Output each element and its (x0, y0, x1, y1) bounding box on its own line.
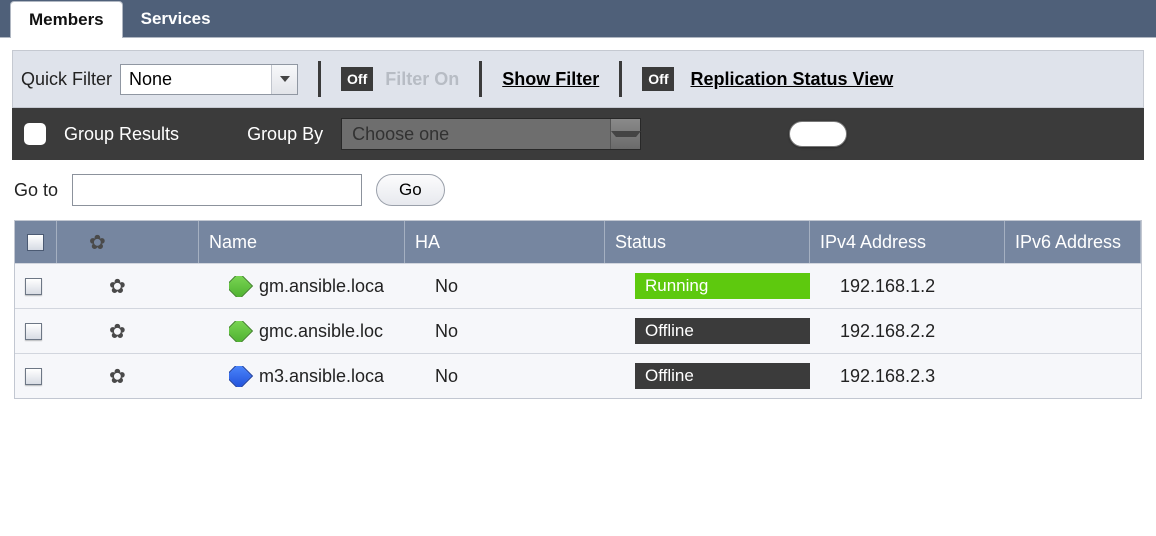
chevron-down-icon (611, 131, 641, 137)
quick-filter-input[interactable] (121, 66, 271, 93)
column-name[interactable]: Name (199, 221, 405, 263)
column-ipv6[interactable]: IPv6 Address (1005, 221, 1141, 263)
column-ha[interactable]: HA (405, 221, 605, 263)
column-ipv4[interactable]: IPv4 Address (810, 221, 1005, 263)
status-badge: Offline (635, 318, 810, 344)
gear-icon: ✿ (89, 230, 106, 255)
node-icon (229, 276, 253, 297)
quick-filter-label: Quick Filter (21, 69, 112, 90)
status-badge: Running (635, 273, 810, 299)
goto-input[interactable] (72, 174, 362, 206)
members-grid: ✿ Name HA Status IPv4 Address IPv6 Addre… (14, 220, 1142, 399)
filter-bar: Quick Filter Off Filter On Show Filter O… (12, 50, 1144, 108)
filter-on-label: Filter On (385, 69, 459, 90)
divider (479, 61, 482, 97)
member-name[interactable]: gmc.ansible.loc (259, 321, 383, 342)
status-badge: Offline (635, 363, 810, 389)
column-status[interactable]: Status (605, 221, 810, 263)
ipv4-value: 192.168.2.2 (840, 321, 935, 341)
spacer-column (57, 221, 79, 263)
chevron-down-icon (280, 76, 290, 82)
table-row[interactable]: ✿ gm.ansible.loca No Running 192.168.1.2 (15, 263, 1141, 308)
quick-filter-dropdown-button[interactable] (271, 65, 297, 94)
table-row[interactable]: ✿ m3.ansible.loca No Offline 192.168.2.3 (15, 353, 1141, 398)
gear-icon[interactable]: ✿ (109, 366, 126, 388)
goto-bar: Go to Go (0, 160, 1156, 220)
tab-bar: Members Services (0, 0, 1156, 38)
column-actions: ✿ (79, 221, 199, 263)
group-by-select[interactable]: Choose one (341, 118, 641, 150)
divider (318, 61, 321, 97)
member-name[interactable]: gm.ansible.loca (259, 276, 384, 297)
divider (619, 61, 622, 97)
replication-status-link[interactable]: Replication Status View (690, 69, 893, 90)
node-icon (229, 321, 253, 342)
goto-label: Go to (14, 180, 58, 201)
add-group-button[interactable]: + (789, 121, 847, 147)
ha-value: No (435, 366, 458, 386)
group-results-label: Group Results (64, 124, 179, 145)
gear-icon[interactable]: ✿ (109, 276, 126, 298)
table-row[interactable]: ✿ gmc.ansible.loc No Offline 192.168.2.2 (15, 308, 1141, 353)
group-bar: Group Results Group By Choose one + (12, 108, 1144, 160)
ha-value: No (435, 321, 458, 341)
quick-filter-select[interactable] (120, 64, 298, 95)
select-all-checkbox[interactable] (27, 234, 44, 251)
group-by-label: Group By (247, 124, 323, 145)
row-checkbox[interactable] (25, 323, 42, 340)
filter-off-chip[interactable]: Off (341, 67, 373, 91)
ha-value: No (435, 276, 458, 296)
node-icon (229, 366, 253, 387)
tab-members[interactable]: Members (10, 1, 123, 38)
group-by-placeholder: Choose one (342, 124, 610, 145)
gear-icon[interactable]: ✿ (109, 321, 126, 343)
member-name[interactable]: m3.ansible.loca (259, 366, 384, 387)
tab-services[interactable]: Services (123, 1, 229, 37)
show-filter-link[interactable]: Show Filter (502, 69, 599, 90)
ipv4-value: 192.168.2.3 (840, 366, 935, 386)
row-checkbox[interactable] (25, 278, 42, 295)
replication-off-chip[interactable]: Off (642, 67, 674, 91)
grid-header: ✿ Name HA Status IPv4 Address IPv6 Addre… (15, 221, 1141, 263)
row-checkbox[interactable] (25, 368, 42, 385)
ipv4-value: 192.168.1.2 (840, 276, 935, 296)
group-results-checkbox[interactable] (24, 123, 46, 145)
go-button[interactable]: Go (376, 174, 445, 206)
group-by-dropdown-button[interactable] (610, 119, 640, 149)
